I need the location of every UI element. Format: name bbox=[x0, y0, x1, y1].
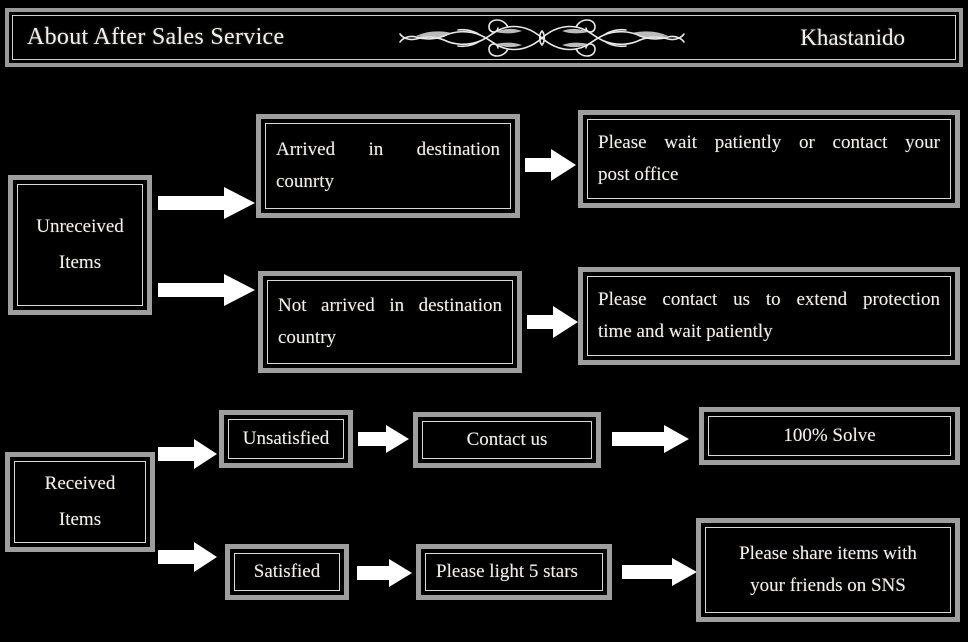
node-arrived-destination-line1: Arrived in destination bbox=[276, 139, 500, 161]
arrow-right-icon-unreceived-to-arrived bbox=[158, 186, 256, 220]
node-contact-us-inner: Contact us bbox=[422, 421, 592, 459]
node-extend-protection-inner: Please contact us to extend protection t… bbox=[587, 276, 951, 356]
node-light-5-stars[interactable]: Please light 5 stars bbox=[416, 544, 612, 600]
node-unreceived-items-line2: Items bbox=[58, 252, 102, 273]
node-satisfied-inner: Satisfied bbox=[234, 553, 340, 591]
arrow-right-icon-received-to-satisfied bbox=[158, 541, 218, 573]
node-unreceived-items[interactable]: Unreceived Items bbox=[8, 175, 152, 315]
node-arrived-destination-line2: counrty bbox=[276, 171, 335, 192]
node-light-5-stars-label: Please light 5 stars bbox=[436, 561, 578, 583]
node-unsatisfied-label: Unsatisfied bbox=[242, 428, 330, 450]
page-title: About After Sales Service bbox=[27, 24, 285, 50]
node-unsatisfied-inner: Unsatisfied bbox=[228, 419, 344, 459]
node-light-5-stars-inner: Please light 5 stars bbox=[425, 553, 603, 591]
node-not-arrived-destination[interactable]: Not arrived in destination country bbox=[258, 271, 522, 373]
page-header-inner: About After Sales Service Khastanido bbox=[12, 15, 956, 60]
node-received-items-inner: Received Items bbox=[14, 461, 146, 543]
node-solve-inner: 100% Solve bbox=[708, 416, 951, 456]
node-wait-post-office-line1: Please wait patiently or contact your bbox=[598, 132, 940, 154]
node-not-arrived-destination-line2: country bbox=[278, 327, 337, 348]
brand-name: Khastanido bbox=[800, 24, 905, 50]
node-extend-protection-line1: Please contact us to extend protection bbox=[598, 289, 940, 311]
node-unreceived-items-line1: Unreceived bbox=[36, 216, 124, 238]
node-received-items[interactable]: Received Items bbox=[5, 452, 155, 552]
node-contact-us[interactable]: Contact us bbox=[413, 412, 601, 468]
node-wait-post-office-inner: Please wait patiently or contact your po… bbox=[587, 119, 951, 199]
node-received-items-line2: Items bbox=[58, 509, 102, 530]
node-satisfied-label: Satisfied bbox=[253, 561, 321, 583]
node-share-items-line1: Please share items with bbox=[739, 543, 917, 565]
node-arrived-destination-inner: Arrived in destination counrty bbox=[265, 123, 511, 209]
node-solve[interactable]: 100% Solve bbox=[699, 407, 960, 465]
node-share-items-inner: Please share items with your friends on … bbox=[705, 527, 951, 613]
node-share-items[interactable]: Please share items with your friends on … bbox=[696, 518, 960, 622]
arrow-right-icon-unreceived-to-notarrived bbox=[158, 273, 256, 307]
node-not-arrived-destination-inner: Not arrived in destination country bbox=[267, 280, 513, 364]
node-wait-post-office-line2: post office bbox=[598, 164, 679, 185]
node-solve-label: 100% Solve bbox=[783, 425, 876, 447]
node-extend-protection-line2: time and wait patiently bbox=[598, 321, 773, 342]
node-share-items-line2: your friends on SNS bbox=[750, 575, 906, 596]
node-unreceived-items-inner: Unreceived Items bbox=[17, 184, 143, 306]
arrow-right-icon-contact-to-solve bbox=[612, 424, 690, 454]
arrow-right-icon-stars-to-share bbox=[622, 557, 698, 587]
node-not-arrived-destination-line1: Not arrived in destination bbox=[278, 295, 502, 317]
node-satisfied[interactable]: Satisfied bbox=[225, 544, 349, 600]
node-arrived-destination[interactable]: Arrived in destination counrty bbox=[256, 114, 520, 218]
node-received-items-line1: Received bbox=[44, 473, 116, 495]
node-extend-protection[interactable]: Please contact us to extend protection t… bbox=[578, 267, 960, 365]
node-wait-post-office[interactable]: Please wait patiently or contact your po… bbox=[578, 110, 960, 208]
arrow-right-icon-satisfied-to-stars bbox=[357, 558, 413, 588]
node-contact-us-label: Contact us bbox=[466, 429, 548, 451]
arrow-right-icon-arrived-to-wait bbox=[525, 148, 577, 182]
arrow-right-icon-unsatisfied-to-contact bbox=[358, 424, 410, 454]
node-unsatisfied[interactable]: Unsatisfied bbox=[219, 410, 353, 468]
flourish-ornament-icon bbox=[392, 14, 692, 62]
arrow-right-icon-received-to-unsatisfied bbox=[158, 438, 218, 470]
arrow-right-icon-notarrived-to-extend bbox=[527, 305, 579, 339]
page-header: About After Sales Service Khastanido bbox=[5, 8, 963, 67]
